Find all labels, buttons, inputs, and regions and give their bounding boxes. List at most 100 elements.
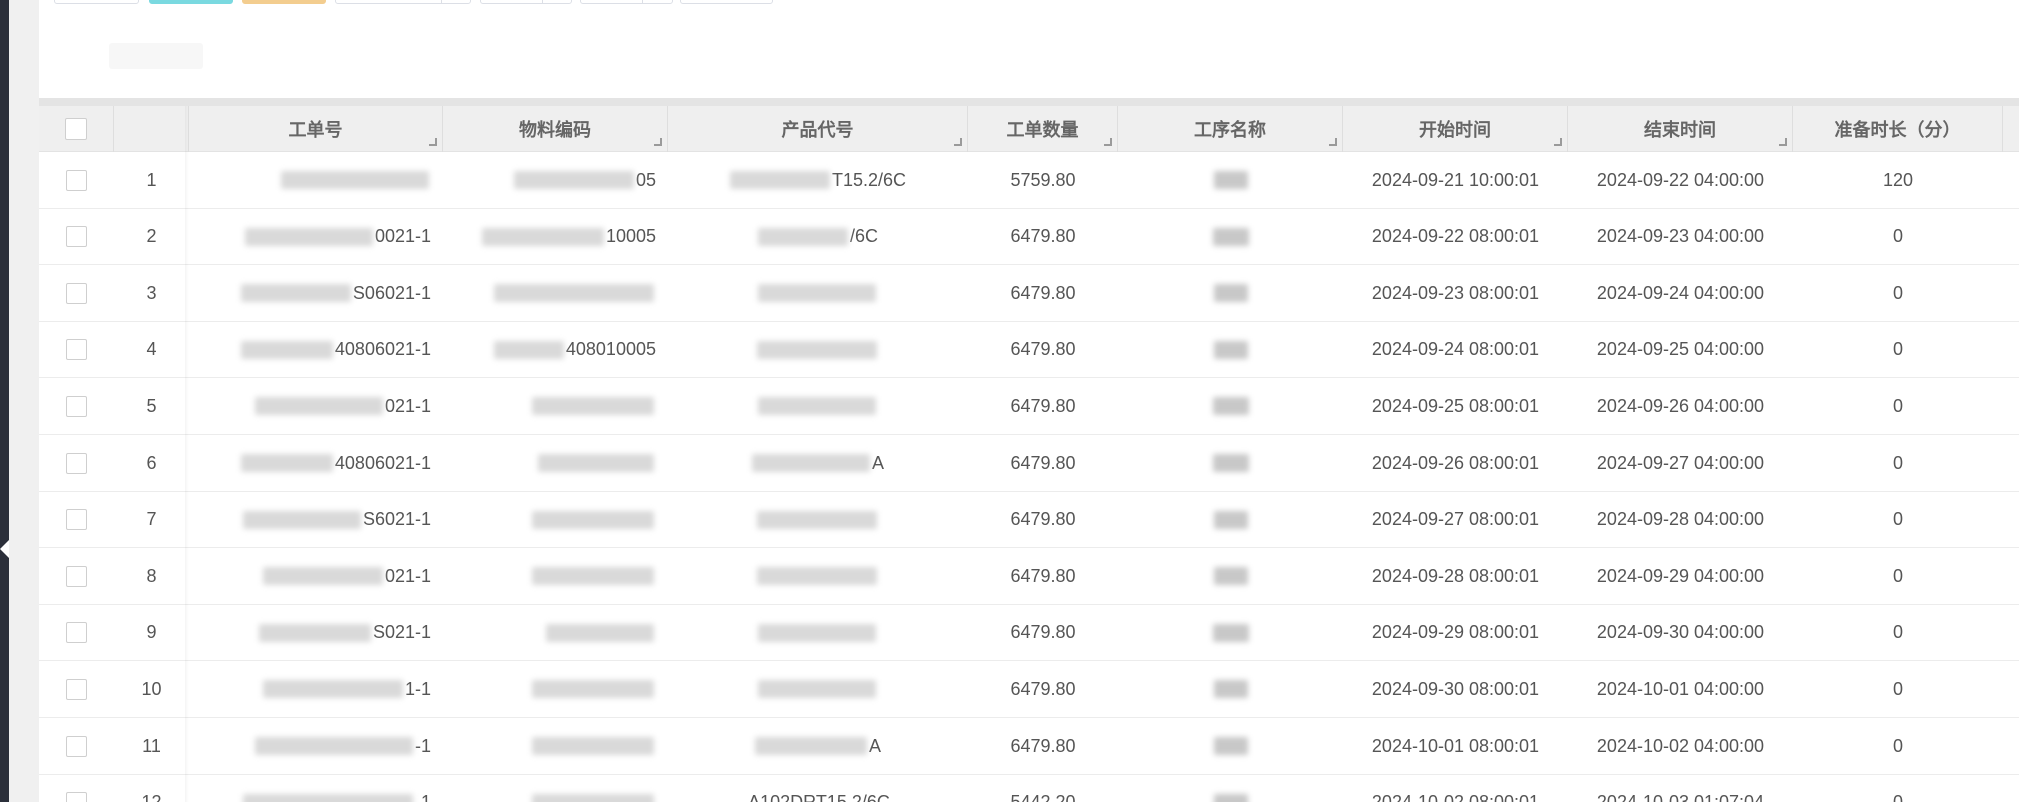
redacted-mask (758, 680, 876, 699)
cell-order-no-text: 0021-1 (374, 226, 431, 247)
redacted-mask (242, 510, 361, 529)
cell-process-name (1118, 322, 1343, 378)
table-row[interactable]: 4 40806021-1 408010005 6479.80 2024-09-24 08… (39, 321, 2019, 379)
cell-quantity: 5759.80 (1010, 169, 1076, 190)
toolbar-button-1[interactable] (54, 0, 139, 4)
table-row[interactable]: 6 40806021-1 A 6479.80 2024-09-26 08:00:01 20… (39, 435, 2019, 492)
cell-order-no: S06021-1 (189, 265, 443, 321)
column-resize-icon[interactable] (1554, 138, 1562, 146)
table-row[interactable]: 5 021-1 6479.80 2024-09-25 08:00:01 2024-09-… (39, 378, 2019, 435)
cell-order-no: S6021-1 (189, 492, 443, 548)
table-row[interactable]: 10 1-1 6479.80 2024-09-30 08:00:01 2024-10-0… (39, 661, 2019, 718)
column-resize-icon[interactable] (1104, 138, 1112, 146)
column-resize-icon[interactable] (1329, 138, 1337, 146)
redacted-mask (1213, 171, 1248, 189)
cell-material-code (443, 775, 668, 802)
column-resize-icon[interactable] (429, 138, 437, 146)
toolbar-dropdown-4[interactable] (680, 0, 773, 4)
redacted-mask (532, 793, 654, 802)
cell-material-code-text: 408010005 (565, 339, 656, 360)
header-start-time[interactable]: 开始时间 (1343, 106, 1568, 152)
redacted-mask (262, 680, 403, 699)
toolbar-button-orange[interactable] (242, 0, 326, 4)
row-checkbox[interactable] (66, 226, 87, 248)
cell-product-code (668, 322, 968, 378)
row-checkbox[interactable] (66, 735, 87, 757)
row-checkbox[interactable] (66, 792, 87, 802)
header-index (114, 106, 189, 152)
cell-quantity: 6479.80 (1010, 678, 1076, 699)
cell-product-code (668, 265, 968, 321)
table-row[interactable]: 3 S06021-1 6479.80 2024-09-23 08:00:01 2024-… (39, 265, 2019, 322)
row-index: 12 (114, 775, 189, 802)
row-select-cell (39, 661, 114, 717)
cell-order-no-text: 1-1 (404, 678, 431, 699)
cell-material-code (443, 265, 668, 321)
row-index: 4 (146, 339, 157, 360)
select-all-checkbox[interactable] (65, 118, 87, 140)
toolbar-dropdown-2[interactable] (480, 0, 572, 4)
redacted-mask (254, 737, 413, 755)
redacted-mask (538, 454, 654, 472)
cell-material-code (443, 661, 668, 717)
row-index: 6 (146, 452, 157, 473)
redacted-mask (240, 340, 333, 359)
table-row[interactable]: 12 -1 A102DRT15.2/6C 5442.20 2024-10-02 08:0… (39, 774, 2019, 802)
cell-material-code: 408010005 (443, 322, 668, 378)
toolbar-dropdown-1[interactable] (335, 0, 471, 4)
redacted-mask (1213, 567, 1248, 586)
cell-process-name (1118, 775, 1343, 802)
redacted-mask (757, 510, 877, 529)
header-material-code[interactable]: 物料编码 (443, 106, 668, 152)
toolbar-ghost-button[interactable] (109, 43, 203, 69)
row-index: 9 (146, 622, 157, 643)
header-product-code[interactable]: 产品代号 (668, 106, 968, 152)
header-product-code-label: 产品代号 (781, 120, 854, 140)
cell-order-no: 40806021-1 (189, 322, 443, 378)
header-order-no[interactable]: 工单号 (189, 106, 443, 152)
cell-process-name (1118, 718, 1343, 774)
row-checkbox[interactable] (66, 565, 87, 587)
row-checkbox[interactable] (66, 169, 87, 191)
cell-material-code-text: 05 (635, 169, 656, 190)
table-row[interactable]: 1 05 T15.2/6C 5759.80 2024-09-21 10:00:01 202… (39, 152, 2019, 209)
row-checkbox[interactable] (66, 339, 87, 361)
cell-product-code (668, 661, 968, 717)
toolbar-button-cyan[interactable] (149, 0, 233, 4)
cell-order-no: 40806021-1 (189, 435, 443, 491)
row-select-cell (39, 775, 114, 802)
header-prep-minutes[interactable]: 准备时长（分） (1793, 106, 2003, 152)
row-checkbox[interactable] (66, 678, 87, 700)
cell-start-time: 2024-10-02 08:00:01 (1343, 775, 1568, 802)
table-row[interactable]: 11 -1 A 6479.80 2024-10-01 08:00:01 2024-10-0… (39, 718, 2019, 775)
cell-prep-minutes: 0 (1793, 775, 2003, 802)
row-checkbox[interactable] (66, 282, 87, 304)
cell-end-time: 2024-09-24 04:00:00 (1596, 282, 1765, 303)
header-end-time[interactable]: 结束时间 (1568, 106, 1793, 152)
header-process-name[interactable]: 工序名称 (1118, 106, 1343, 152)
cell-order-no: 021-1 (189, 378, 443, 434)
row-checkbox[interactable] (66, 395, 87, 417)
row-checkbox[interactable] (66, 622, 87, 644)
table-row[interactable]: 8 021-1 6479.80 2024-09-28 08:00:01 2024-09-… (39, 548, 2019, 605)
column-resize-icon[interactable] (1779, 138, 1787, 146)
cell-product-code (668, 605, 968, 661)
frozen-column-shadow (185, 106, 189, 802)
header-quantity[interactable]: 工单数量 (968, 106, 1118, 152)
cell-process-name (1118, 605, 1343, 661)
redacted-mask (532, 397, 654, 416)
table-row[interactable]: 7 S6021-1 6479.80 2024-09-27 08:00:01 2024-0… (39, 491, 2019, 549)
redacted-mask (262, 567, 383, 586)
toolbar-dropdown-3[interactable] (580, 0, 673, 4)
row-checkbox[interactable] (66, 452, 87, 474)
cell-process-name (1118, 152, 1343, 208)
cell-order-no-text: 40806021-1 (334, 339, 431, 360)
row-select-cell (39, 265, 114, 321)
table-row[interactable]: 9 S021-1 6479.80 2024-09-29 08:00:01 2024-09… (39, 604, 2019, 662)
row-checkbox[interactable] (66, 509, 87, 531)
table-row[interactable]: 2 0021-1 10005/6C 6479.80 2024-09-22 08:00:0… (39, 208, 2019, 266)
redacted-mask (1212, 623, 1249, 642)
column-resize-icon[interactable] (654, 138, 662, 146)
sidebar-collapse-handle[interactable] (0, 540, 9, 558)
column-resize-icon[interactable] (954, 138, 962, 146)
